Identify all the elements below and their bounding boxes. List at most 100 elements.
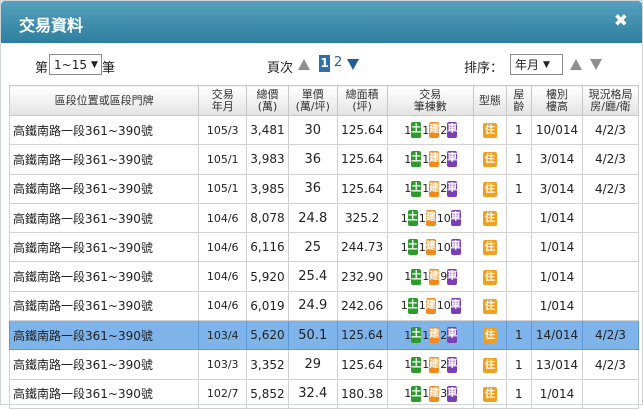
cell-total-price: 6,019 bbox=[246, 290, 289, 322]
cell-total-area: 232.90 bbox=[336, 261, 388, 292]
parking-count: 2 bbox=[440, 182, 448, 196]
land-tag: 土 bbox=[411, 327, 422, 344]
parking-tag: 車 bbox=[447, 151, 458, 168]
header-total-price[interactable]: 總價 (萬) bbox=[246, 85, 289, 116]
cell-unit-price: 24.9 bbox=[287, 290, 338, 322]
cell-unit-price: 24.8 bbox=[287, 202, 338, 234]
chevron-down-icon: ▼ bbox=[543, 59, 550, 70]
parking-tag: 車 bbox=[447, 268, 458, 285]
cell-layout bbox=[581, 378, 640, 409]
cell-floor: 1/014 bbox=[531, 290, 583, 322]
cell-transaction-count: 1土1建2車 bbox=[386, 144, 475, 175]
land-tag: 土 bbox=[411, 385, 422, 402]
cell-transaction-count: 1土1建3車 bbox=[386, 378, 475, 409]
cell-transaction-count: 1土1建2車 bbox=[386, 320, 475, 351]
cell-building-age bbox=[505, 202, 533, 234]
parking-tag: 車 bbox=[447, 327, 458, 344]
cell-year-month: 103/4 bbox=[198, 320, 248, 351]
table-row[interactable]: 高鐵南路一段361~390號 104/6 8,078 24.8 325.2 1土1建10車… bbox=[8, 202, 640, 234]
header-building-age[interactable]: 屋齡 bbox=[505, 85, 533, 116]
table-row[interactable]: 高鐵南路一段361~390號 105/3 3,481 30 125.64 1土1建2車住 1… bbox=[8, 114, 640, 146]
residential-type-tag: 住 bbox=[482, 181, 497, 197]
range-suffix-label: 筆 bbox=[102, 61, 116, 76]
cell-address: 高鐵南路一段361~390號 bbox=[8, 320, 200, 351]
cell-year-month: 103/3 bbox=[198, 349, 248, 380]
current-page: 1 bbox=[319, 55, 330, 72]
header-transaction-count[interactable]: 交易 筆棟數 bbox=[386, 85, 475, 116]
building-tag: 建 bbox=[425, 239, 436, 256]
page-link-2[interactable]: 2 bbox=[334, 55, 342, 70]
sort-descending-icon[interactable] bbox=[590, 59, 602, 70]
previous-page-icon[interactable] bbox=[298, 59, 310, 70]
cell-layout: 4/2/3 bbox=[581, 144, 640, 175]
residential-type-tag: 住 bbox=[482, 328, 497, 344]
cell-total-area: 325.2 bbox=[336, 202, 388, 234]
land-count: 1 bbox=[400, 211, 408, 225]
sort-select-value: 年月 bbox=[515, 58, 540, 72]
table-row[interactable]: 高鐵南路一段361~390號 105/1 3,983 36 125.64 1土1建2車住 1… bbox=[8, 144, 640, 175]
cell-layout: 4/2/3 bbox=[581, 173, 640, 204]
header-layout[interactable]: 現況格局 房/廳/衛 bbox=[581, 85, 640, 116]
parking-count: 10 bbox=[436, 240, 451, 254]
table-row[interactable]: 高鐵南路一段361~390號 103/3 3,352 29 125.64 1土1建2車住 1… bbox=[8, 349, 640, 380]
header-year-month[interactable]: 交易 年月 bbox=[198, 85, 248, 116]
cell-address: 高鐵南路一段361~390號 bbox=[8, 232, 200, 263]
parking-count: 2 bbox=[440, 358, 448, 372]
table-row[interactable]: 高鐵南路一段361~390號 105/1 3,985 36 125.64 1土1建2車住 1… bbox=[8, 173, 640, 204]
range-select[interactable]: 1~15 ▼ bbox=[49, 54, 102, 75]
cell-address: 高鐵南路一段361~390號 bbox=[8, 202, 200, 234]
cell-year-month: 104/6 bbox=[198, 290, 248, 322]
building-tag: 建 bbox=[429, 151, 440, 168]
page-label: 頁次 bbox=[267, 61, 294, 76]
cell-layout: 4/2/3 bbox=[581, 320, 640, 351]
cell-total-price: 3,481 bbox=[246, 114, 289, 146]
parking-count: 2 bbox=[440, 152, 448, 166]
land-tag: 土 bbox=[411, 151, 422, 168]
cell-building-age: 1 bbox=[505, 349, 533, 380]
cell-address: 高鐵南路一段361~390號 bbox=[8, 261, 200, 292]
header-floor[interactable]: 樓別 樓高 bbox=[531, 85, 583, 116]
header-unit-price[interactable]: 單價 (萬/坪) bbox=[287, 85, 338, 116]
cell-layout bbox=[581, 261, 640, 292]
land-count: 1 bbox=[404, 328, 412, 342]
header-address[interactable]: 區段位置或區段門牌 bbox=[8, 85, 200, 116]
land-tag: 土 bbox=[407, 297, 418, 314]
cell-year-month: 102/7 bbox=[198, 378, 248, 409]
building-count: 1 bbox=[418, 211, 426, 225]
cell-type: 住 bbox=[473, 202, 507, 234]
cell-type: 住 bbox=[473, 320, 507, 351]
cell-total-price: 5,920 bbox=[246, 261, 289, 292]
close-icon[interactable]: ✖ bbox=[614, 11, 628, 31]
table-row[interactable]: 高鐵南路一段361~390號 104/6 6,019 24.9 242.06 1土1建10… bbox=[8, 290, 640, 322]
table-row[interactable]: 高鐵南路一段361~390號 103/4 5,620 50.1 125.64 1土1建2車… bbox=[8, 320, 640, 351]
table-row[interactable]: 高鐵南路一段361~390號 102/7 5,852 32.4 180.38 1土1建3車… bbox=[8, 378, 640, 409]
cell-total-price: 5,852 bbox=[246, 378, 289, 409]
header-total-area[interactable]: 總面積 (坪) bbox=[336, 85, 388, 116]
cell-floor: 14/014 bbox=[531, 320, 583, 351]
cell-floor: 1/014 bbox=[531, 202, 583, 234]
cell-total-price: 8,078 bbox=[246, 202, 289, 234]
table-row[interactable]: 高鐵南路一段361~390號 104/6 5,920 25.4 232.90 1土1建9車… bbox=[8, 261, 640, 292]
cell-total-area: 125.64 bbox=[336, 349, 388, 380]
cell-unit-price: 36 bbox=[287, 144, 338, 175]
residential-type-tag: 住 bbox=[482, 386, 497, 402]
cell-floor: 1/014 bbox=[531, 261, 583, 292]
header-type[interactable]: 型態 bbox=[473, 85, 507, 116]
cell-building-age: 1 bbox=[505, 144, 533, 175]
residential-type-tag: 住 bbox=[482, 357, 497, 373]
sort-ascending-icon[interactable] bbox=[570, 59, 582, 70]
cell-address: 高鐵南路一段361~390號 bbox=[8, 144, 200, 175]
land-tag: 土 bbox=[411, 180, 422, 197]
next-page-icon[interactable] bbox=[347, 59, 359, 70]
transaction-dialog: 交易資料 ✖ 第 1~15 ▼ 筆 頁次 1 2 排序： 年月 ▼ 區段位置或區… bbox=[0, 0, 643, 409]
cell-address: 高鐵南路一段361~390號 bbox=[8, 378, 200, 409]
table-row[interactable]: 高鐵南路一段361~390號 104/6 6,116 25 244.73 1土1建10車住… bbox=[8, 232, 640, 263]
cell-building-age bbox=[505, 290, 533, 322]
land-tag: 土 bbox=[411, 268, 422, 285]
cell-transaction-count: 1土1建2車 bbox=[386, 349, 475, 380]
cell-layout: 4/2/3 bbox=[581, 349, 640, 380]
sort-select[interactable]: 年月 ▼ bbox=[510, 54, 563, 75]
parking-tag: 車 bbox=[450, 297, 461, 314]
cell-floor: 3/014 bbox=[531, 144, 583, 175]
cell-building-age: 1 bbox=[505, 173, 533, 204]
